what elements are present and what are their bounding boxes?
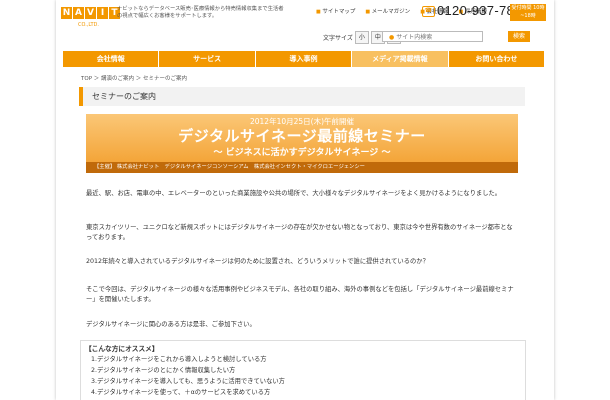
recommend-item: 2.デジタルサイネージのとにかく情報収集したい方 bbox=[91, 367, 236, 374]
search-input[interactable]: ● サイト内検索 bbox=[382, 31, 483, 42]
logo-letter: A bbox=[73, 7, 84, 19]
breadcrumb: TOP ＞ 講演のご案内 ＞ セミナーのご案内 bbox=[81, 76, 187, 82]
logo-subtext: CO.,LTD. bbox=[78, 22, 99, 28]
font-size-label: 文字サイズ bbox=[323, 35, 353, 42]
page-title: セミナーのご案内 bbox=[92, 92, 156, 101]
navit-logo[interactable]: N A V I T bbox=[61, 7, 120, 19]
banner-subtitle: ～ ビジネスに活かすデジタルサイネージ ～ bbox=[213, 148, 391, 158]
phone-number: ☎ 0120-937-781 bbox=[422, 3, 522, 18]
recommend-box: 【こんな方にオススメ】 1.デジタルサイネージをこれから導入しようと検討している… bbox=[80, 340, 526, 400]
logo-letter: V bbox=[85, 7, 96, 19]
page-title-bar: セミナーのご案内 bbox=[79, 87, 525, 106]
font-size-small-button[interactable]: 小 bbox=[354, 31, 369, 44]
main-nav: 会社情報 サービス 導入事例 メディア掲載情報 お問い合わせ bbox=[63, 51, 545, 67]
banner-host: 【主催】 株式会社ナビット デジタルサイネージコンソーシアム 株式会社インセクト… bbox=[86, 162, 518, 173]
recommend-title: 【こんな方にオススメ】 bbox=[85, 345, 159, 353]
seminar-banner: 2012年10月25日(木)午前開催 デジタルサイネージ最前線セミナー ～ ビジ… bbox=[86, 114, 518, 173]
nav-cases[interactable]: 導入事例 bbox=[255, 51, 353, 67]
paragraph: 最近、駅、お店、電車の中、エレベーターのといった商業施設や公共の場所で、大小様々… bbox=[86, 190, 502, 197]
logo-letter: N bbox=[61, 7, 72, 19]
paragraph: デジタルサイネージに関心のある方は是非、ご参加下さい。 bbox=[86, 321, 256, 328]
recommend-item: 3.デジタルサイネージを導入しても、思うように活用できていない方 bbox=[91, 378, 285, 385]
recommend-item: 1.デジタルサイネージをこれから導入しようと検討している方 bbox=[91, 356, 267, 363]
search-placeholder: サイト内検索 bbox=[396, 34, 433, 41]
nav-company[interactable]: 会社情報 bbox=[63, 51, 160, 67]
search-icon: ● bbox=[389, 34, 395, 41]
tagline: ナビットならデータベース販売･医療情報から特売情報収集まで生活者の視点で幅広くお… bbox=[117, 6, 284, 19]
nav-media[interactable]: メディア掲載情報 bbox=[352, 51, 449, 67]
search-button[interactable]: 検索 bbox=[508, 31, 530, 42]
banner-title: デジタルサイネージ最前線セミナー bbox=[178, 127, 426, 145]
freedial-icon: ☎ bbox=[422, 6, 435, 18]
hours-badge: 受付時間 10時~18時 bbox=[510, 4, 546, 21]
nav-contact[interactable]: お問い合わせ bbox=[448, 51, 545, 67]
link-sitemap[interactable]: サイトマップ bbox=[316, 7, 355, 15]
link-mailmagazine[interactable]: メールマガジン bbox=[365, 7, 411, 15]
phone-text: 0120-937-781 bbox=[437, 3, 522, 18]
paragraph: 2012年続々と導入されているデジタルサイネージは何のために設置され、どういうメ… bbox=[86, 258, 429, 265]
recommend-item: 4.デジタルサイネージを使って、＋αのサービスを求めている方 bbox=[91, 389, 271, 396]
logo-letter: I bbox=[97, 7, 108, 19]
nav-service[interactable]: サービス bbox=[159, 51, 256, 67]
paragraph: そこで今回は、デジタルサイネージの様々な活用事例やビジネスモデル、各社の取り組み… bbox=[86, 286, 514, 303]
paragraph: 東京スカイツリー、ユニクロなど新規スポットにはデジタルサイネージの存在が欠かせな… bbox=[86, 224, 513, 241]
